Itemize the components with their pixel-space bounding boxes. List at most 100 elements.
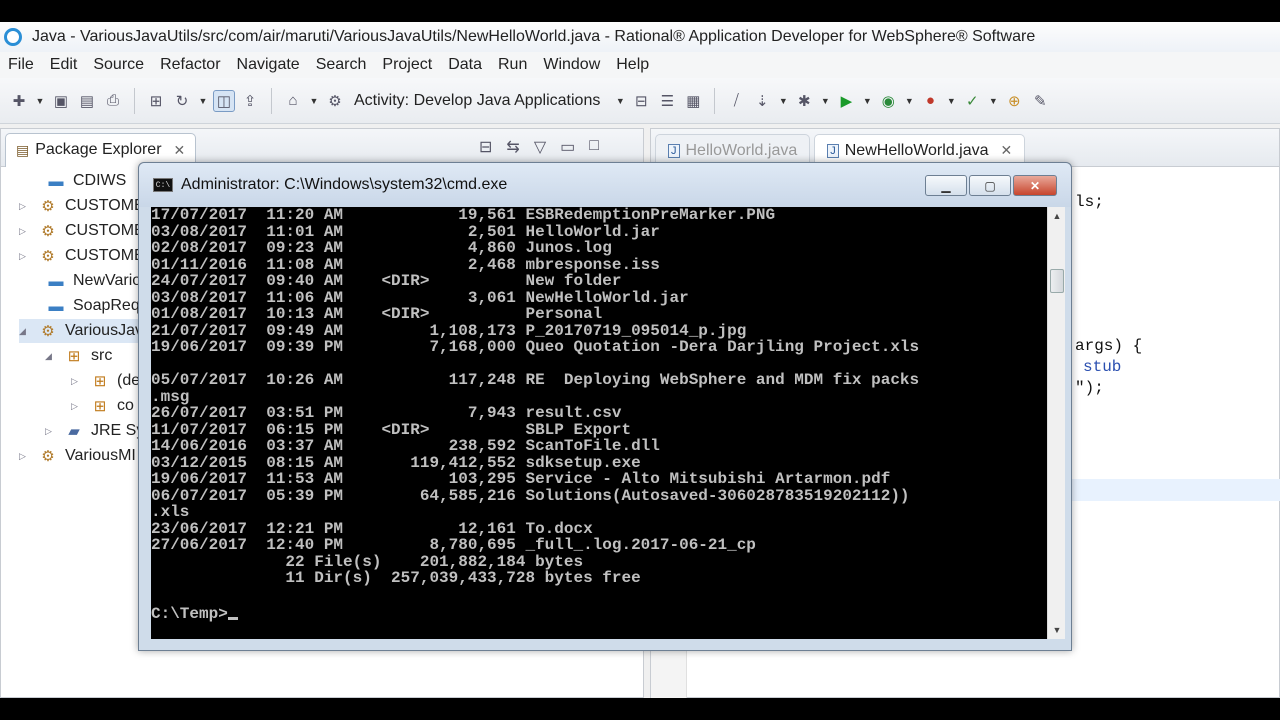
stop-server-dropdown-icon[interactable]: ▼: [945, 90, 957, 112]
desktop-screen: Java - VariousJavaUtils/src/com/air/maru…: [0, 22, 1280, 698]
menu-edit[interactable]: Edit: [42, 56, 86, 74]
menu-navigate[interactable]: Navigate: [229, 56, 308, 74]
check-dropdown-icon[interactable]: ▼: [987, 90, 999, 112]
package-explorer-tab-label: Package Explorer: [35, 141, 162, 158]
tree-item[interactable]: ▬ SoapRequ: [27, 294, 149, 318]
new-java-package-icon[interactable]: ⊞: [145, 90, 167, 112]
project-icon: ⚙: [41, 223, 55, 240]
sql-icon[interactable]: ▦: [682, 90, 704, 112]
view-menu-icon[interactable]: ▽: [534, 137, 546, 157]
menu-help[interactable]: Help: [608, 56, 657, 74]
debug-icon[interactable]: ✱: [793, 90, 815, 112]
code-fragment[interactable]: args) {: [1075, 337, 1142, 355]
refresh-icon[interactable]: ↻: [171, 90, 193, 112]
run-dropdown-icon[interactable]: ▼: [861, 90, 873, 112]
maximize-icon[interactable]: □: [589, 137, 599, 157]
scroll-down-icon[interactable]: ▼: [1048, 621, 1066, 639]
menu-bar: File Edit Source Refactor Navigate Searc…: [0, 52, 1280, 78]
tree-item-selected[interactable]: ◢ ⚙ VariousJav: [19, 319, 143, 343]
menu-search[interactable]: Search: [308, 56, 375, 74]
new-dropdown-icon[interactable]: ▼: [34, 90, 46, 112]
minimize-icon[interactable]: ▭: [560, 137, 575, 157]
activity-selector[interactable]: Activity: Develop Java Applications: [354, 92, 600, 110]
publish-icon[interactable]: ⇣: [751, 90, 773, 112]
menu-file[interactable]: File: [0, 56, 42, 74]
code-fragment[interactable]: ");: [1075, 379, 1104, 397]
collapse-all-icon[interactable]: ⊟: [479, 137, 492, 157]
home-dropdown-icon[interactable]: ▼: [308, 90, 320, 112]
save-icon[interactable]: ▣: [50, 90, 72, 112]
tree-item[interactable]: ▷ ⊞ co: [71, 394, 134, 418]
console-line: 21/07/2017 09:49 AM 1,108,173 P_20170719…: [151, 321, 747, 340]
expand-icon[interactable]: ▷: [71, 376, 83, 387]
pen-icon[interactable]: ✎: [1029, 90, 1051, 112]
menu-source[interactable]: Source: [85, 56, 152, 74]
tab-label: HelloWorld.java: [685, 141, 798, 159]
close-icon[interactable]: ✕: [174, 142, 186, 159]
main-toolbar: ✚ ▼ ▣ ▤ ⎙ ⊞ ↻ ▼ ◫ ⇪ ⌂ ▼ ⚙ Activity: Deve…: [0, 78, 1280, 124]
menu-run[interactable]: Run: [490, 56, 535, 74]
menu-window[interactable]: Window: [535, 56, 608, 74]
expand-icon[interactable]: ▷: [71, 401, 83, 412]
tree-item[interactable]: ▷ ⊞ (de: [71, 369, 140, 393]
package-explorer-icon: ▤: [16, 141, 30, 158]
tree-item-label: VariousJav: [65, 322, 143, 339]
stop-server-icon[interactable]: ●: [919, 90, 941, 112]
deploy-icon[interactable]: ⇪: [239, 90, 261, 112]
collapse-icon[interactable]: ◢: [45, 351, 57, 362]
skip-breakpoints-icon[interactable]: ⧸: [725, 90, 747, 112]
cmd-icon: C:\: [153, 178, 173, 192]
tree-item[interactable]: ◢ ⊞ src: [45, 344, 112, 368]
save-all-icon[interactable]: ▤: [76, 90, 98, 112]
home-icon[interactable]: ⌂: [282, 90, 304, 112]
tree-item[interactable]: ▷ ⚙ CUSTOME: [19, 244, 145, 268]
expand-icon[interactable]: ▷: [19, 226, 31, 237]
code-fragment[interactable]: stub: [1083, 358, 1121, 376]
check-icon[interactable]: ✓: [961, 90, 983, 112]
menu-refactor[interactable]: Refactor: [152, 56, 228, 74]
code-fragment[interactable]: ls;: [1075, 193, 1104, 211]
refresh-dropdown-icon[interactable]: ▼: [197, 90, 209, 112]
tree-item[interactable]: ▬ CDIWS: [27, 169, 127, 193]
tree-item[interactable]: ▷ ▰ JRE Sy: [45, 419, 144, 443]
print-icon[interactable]: ⎙: [102, 90, 124, 112]
run-external-icon[interactable]: ◉: [877, 90, 899, 112]
scrollbar-thumb[interactable]: [1050, 269, 1064, 293]
command-prompt[interactable]: C:\Temp>: [151, 605, 238, 623]
toggle-view-icon[interactable]: ◫: [213, 89, 235, 112]
expand-icon[interactable]: ▷: [19, 251, 31, 262]
tree-item[interactable]: ▷ ⚙ CUSTOME: [19, 194, 145, 218]
tree-item[interactable]: ▬ NewVario: [27, 269, 142, 293]
activity-dropdown-icon[interactable]: ▼: [614, 90, 626, 112]
tree-item[interactable]: ▷ ⚙ VariousMI: [19, 444, 136, 468]
expand-icon[interactable]: ▷: [19, 201, 31, 212]
close-button[interactable]: ✕: [1013, 175, 1057, 196]
menu-project[interactable]: Project: [374, 56, 440, 74]
run-external-dropdown-icon[interactable]: ▼: [903, 90, 915, 112]
console-line: 24/07/2017 09:40 AM <DIR> New folder: [151, 272, 622, 290]
server-icon[interactable]: ⊟: [630, 90, 652, 112]
console-scrollbar[interactable]: ▲ ▼: [1047, 207, 1065, 639]
scroll-up-icon[interactable]: ▲: [1048, 207, 1066, 225]
console-line: 03/08/2017 11:01 AM 2,501 HelloWorld.jar: [151, 222, 660, 241]
cmd-title-bar[interactable]: C:\ Administrator: C:\Windows\system32\c…: [139, 163, 1071, 207]
console-line: 05/07/2017 10:26 AM 117,248 RE Deploying…: [151, 371, 920, 389]
expand-icon[interactable]: ▷: [19, 451, 31, 462]
minimize-button[interactable]: ▁: [925, 175, 967, 196]
debug-dropdown-icon[interactable]: ▼: [819, 90, 831, 112]
java-file-icon: J: [668, 143, 680, 158]
run-icon[interactable]: ▶: [835, 90, 857, 112]
outline-icon[interactable]: ☰: [656, 90, 678, 112]
link-with-editor-icon[interactable]: ⇆: [506, 137, 519, 157]
expand-icon[interactable]: ▷: [45, 426, 57, 437]
tree-item[interactable]: ▷ ⚙ CUSTOME: [19, 219, 145, 243]
open-type-icon[interactable]: ⊕: [1003, 90, 1025, 112]
new-icon[interactable]: ✚: [8, 90, 30, 112]
console-output[interactable]: 17/07/2017 11:20 AM 19,561 ESBRedemption…: [151, 207, 1047, 639]
publish-dropdown-icon[interactable]: ▼: [777, 90, 789, 112]
close-icon[interactable]: ✕: [1001, 142, 1013, 159]
console-line: 01/11/2016 11:08 AM 2,468 mbresponse.iss: [151, 255, 660, 274]
menu-data[interactable]: Data: [440, 56, 490, 74]
collapse-icon[interactable]: ◢: [19, 326, 31, 337]
maximize-button[interactable]: ▢: [969, 175, 1011, 196]
